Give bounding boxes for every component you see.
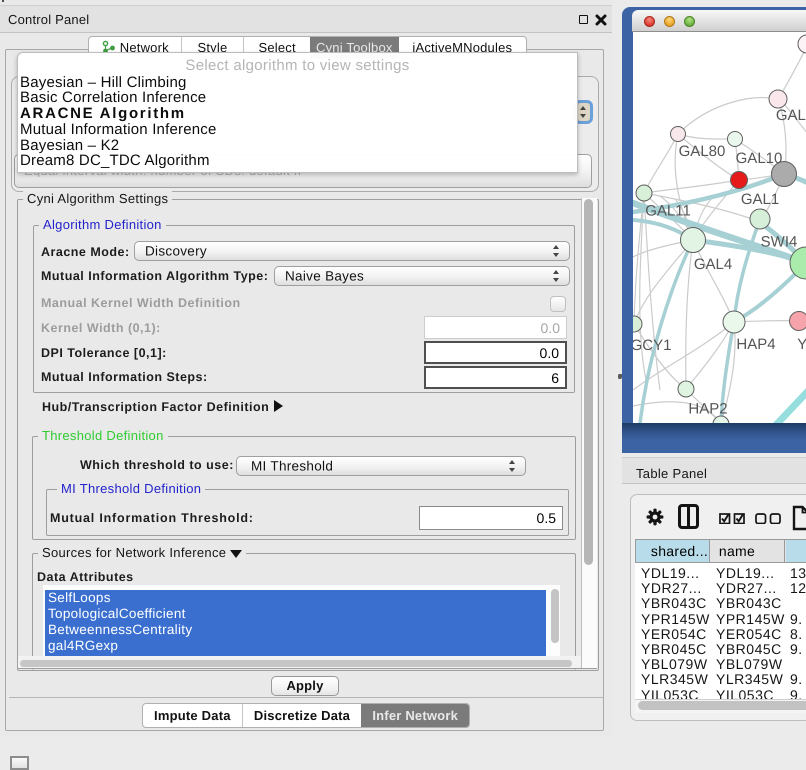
svg-text:GAL2: GAL2 [776,107,806,124]
svg-text:YJ: YJ [797,336,806,353]
svg-text:GCY1: GCY1 [633,337,671,354]
svg-text:GAL4: GAL4 [694,256,732,273]
svg-text:HAP2: HAP2 [688,401,727,418]
svg-text:SWI4: SWI4 [761,234,798,251]
svg-text:GAL10: GAL10 [736,150,783,167]
svg-text:HAP4: HAP4 [736,336,775,353]
svg-text:GAL11: GAL11 [645,203,691,220]
svg-text:GAL80: GAL80 [679,143,726,160]
svg-text:GAL1: GAL1 [741,191,779,208]
